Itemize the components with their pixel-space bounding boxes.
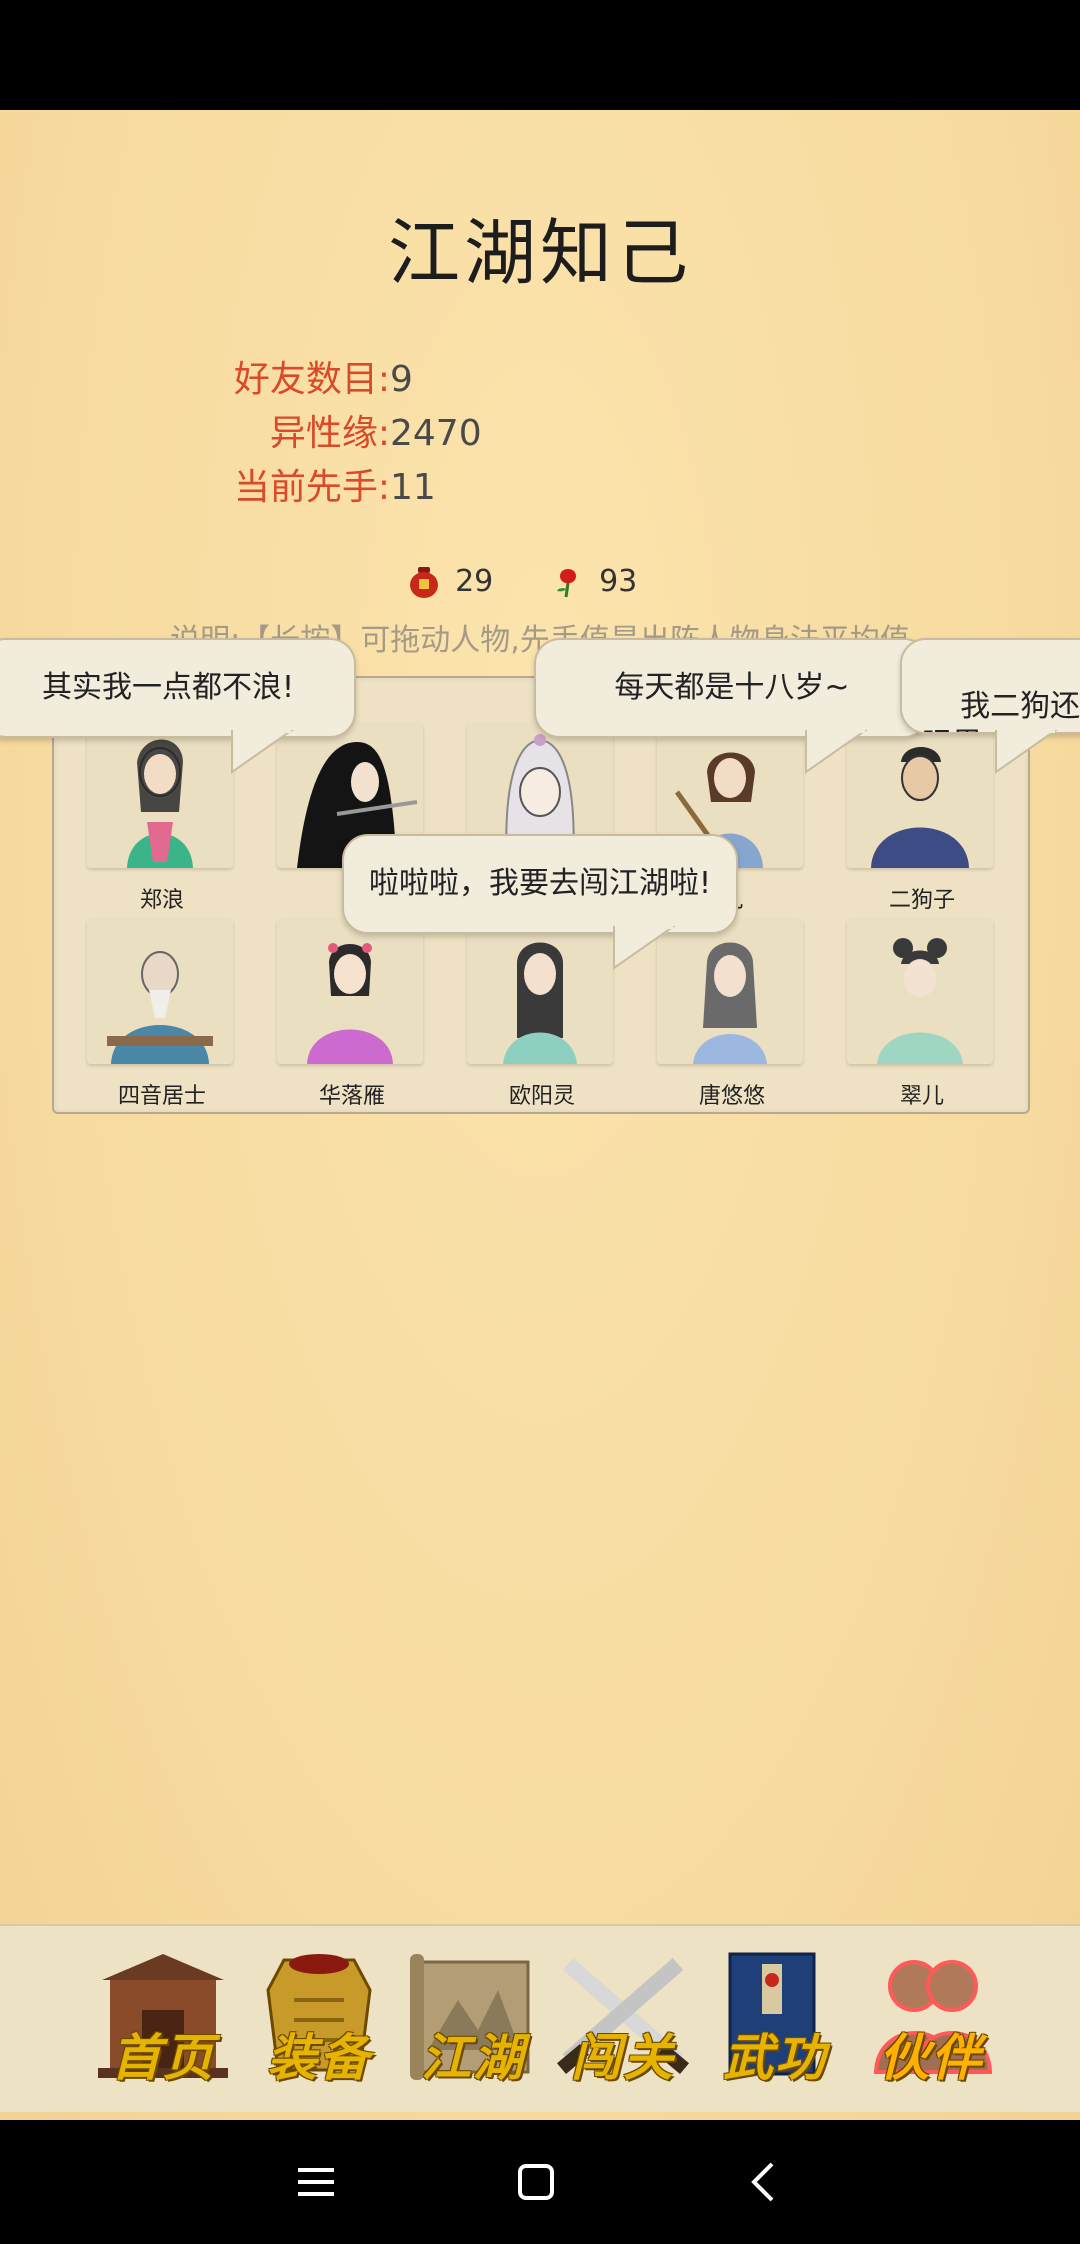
character-portrait <box>467 918 613 1064</box>
stat-initiative: 当前先手:11 <box>233 467 436 508</box>
character-portrait <box>847 918 993 1064</box>
screen: 江湖知己 好友数目:9 异性缘:2470 当前先手:11 29 93 说明:【长… <box>0 110 1080 2120</box>
character-card-cuier[interactable]: 翠儿 <box>847 918 997 1109</box>
stat-friend-count: 好友数目:9 <box>233 359 413 400</box>
speech-bubble-ergouzi: 我二狗还没 眼里! <box>900 638 1080 734</box>
character-portrait <box>87 722 233 868</box>
back-icon[interactable] <box>732 2150 796 2214</box>
character-card-hualuoyan[interactable]: 华落雁 <box>277 918 427 1109</box>
tab-home[interactable]: 首页 <box>88 1940 238 2100</box>
wine-count: 29 <box>408 564 493 599</box>
character-card-ouyangling[interactable]: 欧阳灵 <box>467 918 617 1109</box>
menu-icon[interactable] <box>284 2150 348 2214</box>
home-icon[interactable] <box>504 2150 568 2214</box>
stat-opposite-sex-affinity: 异性缘:2470 <box>269 413 482 454</box>
tab-jianghu[interactable]: 江湖 <box>398 1940 548 2100</box>
tab-equipment[interactable]: 装备 <box>244 1940 394 2100</box>
system-nav-bar <box>0 2120 1080 2244</box>
bubble-tail <box>613 926 676 970</box>
bubble-tail <box>805 730 868 774</box>
bottom-tab-bar: 首页 装备 江湖 闯关 武功 伙伴 <box>0 1924 1080 2112</box>
speech-bubble-zhenglang: 其实我一点都不浪! <box>0 638 356 738</box>
bubble-tail <box>231 730 294 774</box>
status-bar <box>0 0 1080 110</box>
character-card-zhenglang[interactable]: 郑浪 <box>87 722 237 913</box>
tab-martial-arts[interactable]: 武功 <box>700 1940 850 2100</box>
rose-icon <box>557 568 576 597</box>
tab-companions[interactable]: 伙伴 <box>856 1940 1006 2100</box>
wine-jar-icon <box>410 566 438 598</box>
bubble-tail <box>995 730 1058 774</box>
character-portrait <box>87 918 233 1064</box>
page-title: 江湖知己 <box>387 211 692 295</box>
speech-bubble-tangyouyou: 每天都是十八岁~ <box>534 638 930 738</box>
character-card-siyinjushi[interactable]: 四音居士 <box>87 918 237 1109</box>
character-portrait <box>277 918 423 1064</box>
rose-count: 93 <box>552 564 637 599</box>
tab-challenge[interactable]: 闯关 <box>548 1940 698 2100</box>
speech-bubble-hidden: 啦啦啦，我要去闯江湖啦! <box>342 834 738 934</box>
